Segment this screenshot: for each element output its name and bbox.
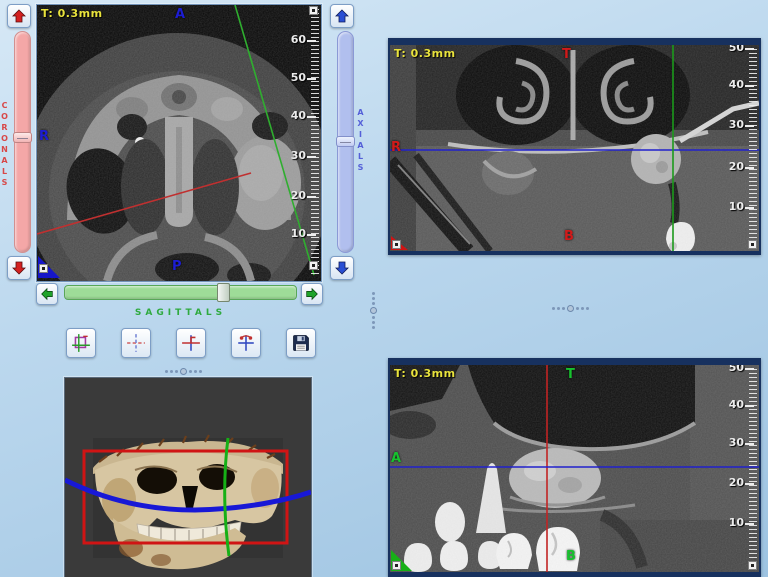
arrow-down-icon [333,259,351,277]
sagittal-scroll-left-handle[interactable] [392,561,401,570]
horizontal-splitter-grip[interactable] [164,367,202,375]
axial-scroll-down-handle[interactable] [309,261,318,270]
toggle-crosshairs-button[interactable] [121,328,151,358]
sagittal-panel-frame: T: 0.3mm T A B 50 40 30 20 10 [388,358,761,577]
coronal-ct-image [390,45,759,251]
sagittals-slider[interactable] [64,285,297,300]
right-splitter-grip[interactable] [551,304,589,312]
sagittals-label: SAGITTALS [64,308,297,318]
coronals-slider-thumb[interactable] [13,132,32,143]
sagittal-thickness-label: T: 0.3mm [394,367,456,380]
axial-thickness-label: T: 0.3mm [41,7,103,20]
axial-orientation-top: A [175,7,185,22]
axials-down-button[interactable] [330,256,354,280]
arrow-left-icon [39,286,55,302]
sagittals-right-button[interactable] [301,283,323,305]
axials-slider-thumb[interactable] [336,136,355,147]
sagittal-orientation-left: A [391,451,401,466]
adjust-angle-button[interactable] [231,328,261,358]
sagittal-view[interactable]: T: 0.3mm T A B 50 40 30 20 10 [390,365,759,572]
coronal-scroll-left-handle[interactable] [392,240,401,249]
align-crosshair-button[interactable] [176,328,206,358]
skull-3d-render [65,378,311,577]
coronal-panel-frame: T: 0.3mm T R B 50 40 30 20 10 [388,38,761,255]
application-window: CORONALS [0,0,768,577]
coronals-label: CORONALS [0,101,9,189]
sagittal-ct-image [390,365,759,572]
coronal-thickness-label: T: 0.3mm [394,47,456,60]
reset-crosshairs-button[interactable] [66,328,96,358]
sagittals-slider-thumb[interactable] [217,283,230,302]
axial-view[interactable]: T: 0.3mm A R P 60 50 40 30 20 10 [36,4,322,282]
sagittal-orientation-bottom: B [566,549,576,564]
coronal-scroll-right-handle[interactable] [748,240,757,249]
dashed-crosshair-icon [126,333,146,353]
coronals-slider[interactable] [14,31,31,253]
arrow-up-icon [333,7,351,25]
axials-label: AXIALS [356,108,365,174]
save-button[interactable] [286,328,316,358]
coronal-orientation-top: T [562,47,571,62]
coronal-orientation-left: R [391,140,401,155]
save-icon [291,333,311,353]
coronal-orientation-bottom: B [564,229,574,244]
axials-up-button[interactable] [330,4,354,28]
vertical-splitter-grip[interactable] [369,291,377,329]
sagittal-orientation-top: T [566,367,575,382]
axial-scroll-up-handle[interactable] [309,6,318,15]
sagittals-left-button[interactable] [36,283,58,305]
arrow-down-icon [10,259,28,277]
crosshair-grid-icon [71,333,91,353]
coronals-up-button[interactable] [7,4,31,28]
sagittal-scroll-right-handle[interactable] [748,561,757,570]
axial-ct-image [37,5,321,281]
arrow-up-icon [10,7,28,25]
coronal-view[interactable]: T: 0.3mm T R B 50 40 30 20 10 [390,45,759,251]
crosshair-align-icon [181,333,201,353]
axial-orientation-bottom: P [172,259,182,274]
crosshair-angle-icon [236,333,256,353]
axial-orientation-left: R [39,129,49,144]
volume-3d-view[interactable] [64,377,312,577]
arrow-right-icon [304,286,320,302]
coronals-down-button[interactable] [7,256,31,280]
axials-slider[interactable] [337,31,354,253]
axial-scroll-left-handle[interactable] [39,264,48,273]
